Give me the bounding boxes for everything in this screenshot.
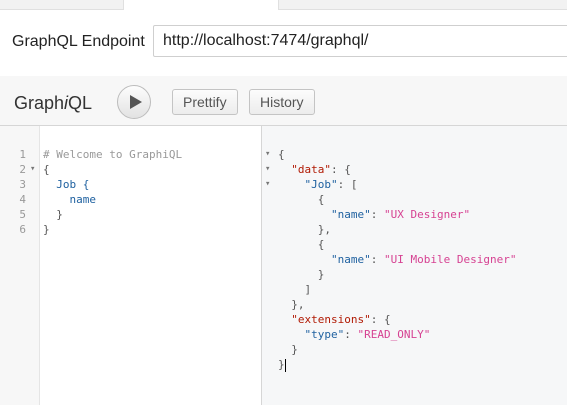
json-key: "name" [330,253,371,266]
result-gutter: ▾ ▾ ▾ [262,126,275,405]
result-line: "type": "READ_ONLY" [304,328,431,341]
editors-area: 1 2 3 4 5 6 ▾ # Welcome to GraphiQL { Jo… [0,126,567,405]
result-line: } [278,358,286,372]
fold-arrow-icon[interactable]: ▾ [265,177,270,192]
query-editor[interactable]: # Welcome to GraphiQL { Job { name } } [40,126,260,405]
result-line: } [278,343,298,356]
history-button[interactable]: History [249,89,315,115]
tab-strip [0,0,567,10]
line-number: 5 [19,208,26,221]
result-line: ] [278,283,312,296]
result-line: }, [278,298,305,311]
query-line: name [43,193,96,206]
result-line: "name": "UI Mobile Designer" [330,253,517,266]
fold-arrow-icon[interactable]: ▾ [265,162,270,177]
endpoint-input[interactable] [153,25,567,57]
query-gutter: 1 2 3 4 5 6 ▾ [0,126,40,405]
json-string: "UI Mobile Designer" [383,253,517,266]
result-viewer: { "data": { "Job": [ { "name": "UX Desig… [275,126,567,405]
json-key: "name" [330,208,371,221]
prettify-button[interactable]: Prettify [172,89,238,115]
result-line: "extensions": { [291,313,391,326]
fold-arrow-icon[interactable]: ▾ [265,147,270,162]
result-line: { [278,238,325,251]
query-line: Job { [43,178,90,191]
line-number: 1 [19,148,26,161]
logo-prefix: Graph [14,93,65,113]
result-line: "data": { [291,163,351,176]
json-key: "Job" [304,178,338,191]
result-line: { [278,193,325,206]
text-cursor [284,358,286,372]
fold-arrow-icon[interactable]: ▾ [30,162,35,177]
active-tab[interactable] [123,0,279,10]
endpoint-row: GraphQL Endpoint [0,10,567,76]
json-key: "extensions" [291,313,371,326]
query-line: } [43,208,63,221]
result-line: } [278,268,325,281]
line-number: 6 [19,223,26,236]
query-line: } [43,223,50,236]
line-number: 3 [19,178,26,191]
query-line: # Welcome to GraphiQL [43,148,183,161]
line-number: 4 [19,193,26,206]
graphiql-toolbar: GraphiQL Prettify History [0,76,567,126]
graphiql-logo: GraphiQL [14,93,92,114]
result-line: { [278,147,285,162]
json-string: "UX Designer" [383,208,471,221]
play-icon [130,95,142,109]
result-line: "name": "UX Designer" [330,208,471,221]
result-line: }, [278,223,331,236]
result-line: "Job": [ [304,178,358,191]
query-line: { [43,163,50,176]
json-key: "data" [291,163,331,176]
execute-query-button[interactable] [117,85,151,119]
line-number: 2 [19,163,26,176]
json-key: "type" [304,328,345,341]
json-string: "READ_ONLY" [357,328,431,341]
endpoint-label: GraphQL Endpoint [12,33,145,50]
json-brace: { [278,148,285,161]
logo-suffix: QL [68,93,93,113]
